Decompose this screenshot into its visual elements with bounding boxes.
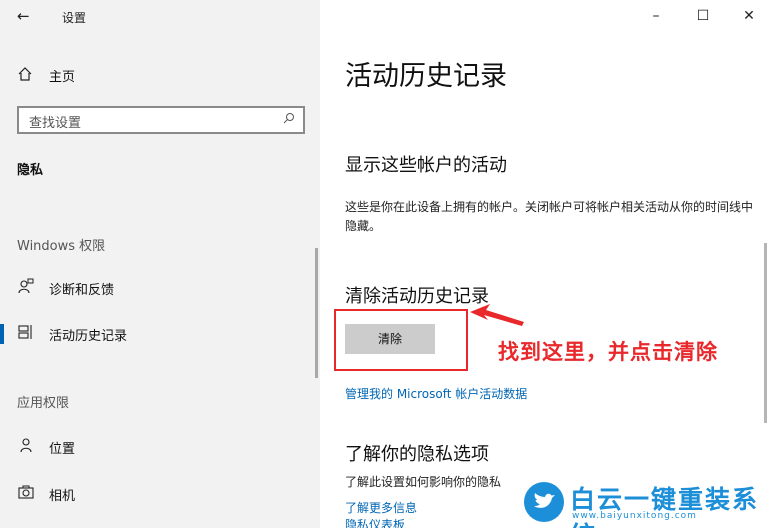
minimize-icon[interactable]: –	[641, 4, 671, 28]
sidebar-item-label: 相机	[49, 488, 76, 504]
accounts-heading: 显示这些帐户的活动	[345, 155, 507, 176]
page-title: 活动历史记录	[345, 61, 507, 92]
sidebar-item-location[interactable]: 位置	[17, 435, 307, 459]
accounts-description: 这些是你在此设备上拥有的帐户。关闭帐户可将帐户相关活动从你的时间线中隐藏。	[345, 200, 754, 233]
group-label-windows: Windows 权限	[17, 239, 106, 254]
annotation-highlight-box	[334, 309, 468, 371]
sidebar-item-label: 诊断和反馈	[49, 282, 115, 298]
sidebar-item-label: 位置	[49, 441, 76, 457]
back-arrow-icon[interactable]: ←	[17, 6, 35, 26]
sidebar-item-diagnostics[interactable]: 诊断和反馈	[17, 276, 307, 300]
privacy-dashboard-link[interactable]: 隐私仪表板	[345, 516, 405, 528]
twitter-bird-logo-icon	[524, 482, 564, 522]
learn-more-link[interactable]: 了解更多信息	[345, 499, 417, 516]
feedback-person-icon	[17, 278, 35, 298]
selection-indicator	[0, 324, 4, 344]
search-input[interactable]: 查找设置	[17, 106, 305, 134]
watermark: 白云一键重装系统 www.baiyunxitong.com	[520, 478, 770, 528]
sidebar-item-activity-history[interactable]: 活动历史记录	[17, 322, 307, 346]
sidebar-item-camera[interactable]: 相机	[17, 482, 307, 506]
current-section-title: 隐私	[17, 163, 44, 178]
settings-sidebar: ← 设置 主页 查找设置 隐私 Windows 权限 诊断和反馈 活动历史记录 …	[0, 0, 320, 528]
sidebar-scrollbar[interactable]	[315, 248, 318, 378]
sidebar-item-home[interactable]: 主页	[17, 64, 75, 86]
watermark-url: www.baiyunxitong.com	[572, 511, 697, 521]
group-label-apps: 应用权限	[17, 396, 70, 411]
sidebar-item-label: 活动历史记录	[49, 328, 128, 344]
annotation-arrow-icon	[470, 304, 524, 326]
privacy-options-heading: 了解你的隐私选项	[345, 444, 489, 465]
annotation-text: 找到这里，并点击清除	[498, 340, 718, 364]
close-icon[interactable]: ✕	[734, 4, 764, 28]
main-scrollbar[interactable]	[764, 243, 767, 423]
location-person-icon	[17, 437, 35, 457]
maximize-icon[interactable]: ☐	[688, 4, 718, 28]
camera-icon	[17, 484, 35, 504]
search-placeholder: 查找设置	[29, 116, 82, 131]
app-title: 设置	[62, 11, 87, 25]
manage-account-link[interactable]: 管理我的 Microsoft 帐户活动数据	[345, 385, 527, 402]
home-icon	[17, 66, 35, 84]
search-icon[interactable]	[283, 112, 295, 127]
activity-timeline-icon	[17, 324, 35, 344]
sidebar-item-label: 主页	[49, 69, 76, 85]
